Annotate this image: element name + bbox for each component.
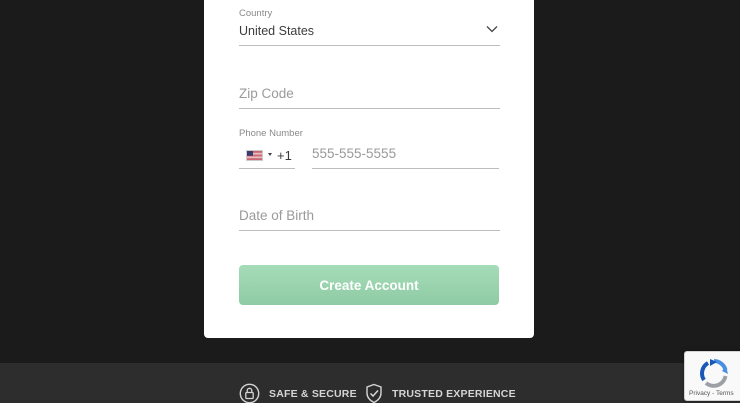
date-of-birth-input[interactable]	[239, 201, 500, 231]
phone-number-input[interactable]	[312, 139, 499, 169]
recaptcha-terms-link[interactable]: Terms	[716, 390, 734, 397]
safe-secure-label: SAFE & SECURE	[269, 387, 357, 400]
caret-down-icon	[268, 153, 272, 156]
safe-secure-badge: SAFE & SECURE	[239, 383, 357, 403]
recaptcha-icon	[700, 359, 728, 388]
country-code-select[interactable]: +1	[239, 139, 295, 169]
lock-icon	[239, 383, 260, 403]
recaptcha-privacy-link[interactable]: Privacy	[689, 390, 710, 397]
phone-number-label: Phone Number	[239, 128, 303, 139]
footer-trust-bar: SAFE & SECURE TRUSTED EXPERIENCE	[0, 363, 740, 403]
us-flag-icon	[246, 150, 263, 161]
recaptcha-links: Privacy - Terms	[689, 390, 734, 397]
signup-form-card: Country United States Phone Number +1 Cr…	[204, 0, 534, 338]
trusted-experience-label: TRUSTED EXPERIENCE	[392, 387, 516, 400]
chevron-down-icon	[486, 26, 498, 33]
trusted-experience-badge: TRUSTED EXPERIENCE	[365, 383, 516, 403]
recaptcha-badge[interactable]: Privacy - Terms	[684, 351, 740, 401]
dial-code: +1	[277, 148, 292, 163]
shield-check-icon	[366, 383, 382, 403]
country-value: United States	[239, 24, 315, 38]
zip-code-input[interactable]	[239, 79, 500, 109]
create-account-button[interactable]: Create Account	[239, 265, 499, 305]
country-label: Country	[239, 8, 273, 19]
country-select[interactable]: United States	[239, 19, 500, 46]
